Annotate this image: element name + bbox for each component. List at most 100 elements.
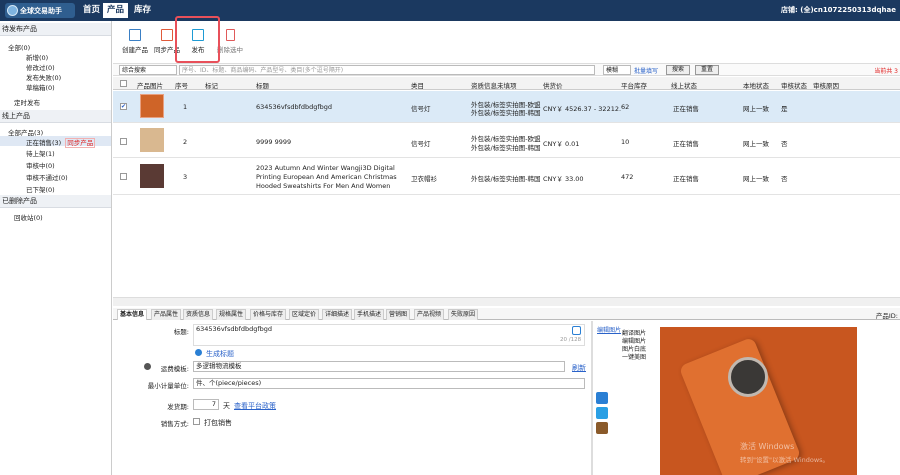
row-price: CNY￥ 4526.37 - 32212. xyxy=(543,105,622,113)
reset-button[interactable]: 重置 xyxy=(695,65,719,75)
translate-icon[interactable] xyxy=(572,326,581,335)
sync-products-link[interactable]: 同步产品 xyxy=(65,138,96,148)
nav-home[interactable]: 首页 xyxy=(79,3,104,18)
tab-basic[interactable]: 基本信息 xyxy=(117,309,148,320)
table-row[interactable]: 3 2023 Autumn And Winter Wangji3D Digita… xyxy=(113,159,900,195)
menu-white-bg[interactable]: 图片白底 xyxy=(622,346,646,354)
store-icon[interactable] xyxy=(596,422,608,434)
table-row[interactable]: 2 9999 9999 信号灯 外包装/标签实拍图-欧盟 外包装/标签实拍图-韩… xyxy=(113,124,900,158)
pack-sale-checkbox[interactable] xyxy=(193,418,200,425)
search-button[interactable]: 搜索 xyxy=(666,65,690,75)
product-thumbnail[interactable] xyxy=(140,164,164,188)
menu-beautify[interactable]: 一键美图 xyxy=(622,354,646,362)
cloud-icon[interactable] xyxy=(596,407,608,419)
sidebar-item-to-list[interactable]: 待上架(1) xyxy=(26,148,55,158)
tab-attributes[interactable]: 产品属性 xyxy=(151,309,182,320)
col-mark[interactable]: 标记 xyxy=(205,80,218,90)
row-checkbox[interactable] xyxy=(120,138,127,145)
edit-image-link[interactable]: 编辑图片 xyxy=(597,325,621,334)
shipping-template-select[interactable]: 多逻辑物流模板 xyxy=(193,361,565,372)
section-online[interactable]: 线上产品 xyxy=(0,110,111,123)
col-image[interactable]: 产品图片 xyxy=(137,80,163,90)
row-checkbox[interactable]: ✔ xyxy=(120,103,127,110)
sidebar-item-on-sale[interactable]: 正在销售(3) 同步产品 xyxy=(26,137,96,148)
tab-marketing-img[interactable]: 营销图 xyxy=(386,309,411,320)
refresh-link[interactable]: 刷新 xyxy=(572,363,586,373)
row-qual-2: 外包装/标签实拍图-韩国 xyxy=(471,109,541,117)
col-price[interactable]: 供货价 xyxy=(543,80,563,90)
row-checkbox[interactable] xyxy=(120,173,127,180)
tab-video[interactable]: 产品视频 xyxy=(414,309,445,320)
detail-tabs: 基本信息 产品属性 资质信息 规格属性 价格与库存 区域定价 详细描述 手机描述… xyxy=(113,308,900,320)
title-input[interactable]: 634536vfsdbfdbdgfbgd xyxy=(193,324,585,346)
tab-specs[interactable]: 规格属性 xyxy=(216,309,247,320)
section-deleted[interactable]: 已删除产品 xyxy=(0,195,111,208)
toolbar: 创建产品 同步产品 发布 删除选中 xyxy=(113,21,900,61)
col-stock[interactable]: 平台库存 xyxy=(621,80,647,90)
row-title-line2: Printing European And American Christmas xyxy=(256,173,397,181)
col-title[interactable]: 标题 xyxy=(256,80,269,90)
table-header: 产品图片 序号 标记 标题 类目 资质信息未填项 供货价 平台库存 线上状态 本… xyxy=(113,77,900,90)
row-audit: 否 xyxy=(781,140,788,148)
unit-select[interactable]: 件、个(piece/pieces) xyxy=(193,378,585,389)
row-online-status: 正在销售 xyxy=(673,140,699,148)
top-bar: 全球交易助手 首页 产品 库存 店铺: (全)cn1072250313dqhae xyxy=(0,0,900,21)
row-title: 9999 9999 xyxy=(256,138,292,146)
product-main-image[interactable]: 激活 Windows 转到"设置"以激活 Windows。 xyxy=(660,327,857,475)
watermark-line1: 激活 Windows xyxy=(740,442,795,451)
row-audit: 是 xyxy=(781,105,788,113)
menu-edit-image[interactable]: 编辑图片 xyxy=(622,338,646,346)
tab-description[interactable]: 详细描述 xyxy=(322,309,353,320)
sidebar-item-drafts[interactable]: 草稿箱(0) xyxy=(26,82,55,92)
row-title: 634536vfsdbfdbdgfbgd xyxy=(256,103,333,111)
nav-inventory[interactable]: 库存 xyxy=(130,3,155,18)
sidebar-item-modified[interactable]: 修改过(0) xyxy=(26,62,55,72)
sidebar-item-scheduled[interactable]: 定时发布 xyxy=(14,97,40,107)
sidebar-item-pending-all[interactable]: 全部(0) xyxy=(8,42,30,52)
search-type-select[interactable]: 综合搜索 xyxy=(119,65,177,75)
view-policy-link[interactable]: 查看平台政策 xyxy=(234,401,276,411)
app-logo[interactable]: 全球交易助手 xyxy=(5,3,75,18)
upload-icon[interactable] xyxy=(596,392,608,404)
tab-mobile-desc[interactable]: 手机描述 xyxy=(354,309,385,320)
product-thumbnail[interactable] xyxy=(140,128,164,152)
store-selector[interactable]: 店铺: (全)cn1072250313dqhae xyxy=(781,5,896,15)
product-thumbnail[interactable] xyxy=(140,94,164,118)
match-mode-select[interactable]: 模糊 xyxy=(603,65,631,75)
horizontal-scrollbar[interactable] xyxy=(113,297,900,306)
sidebar-item-delisted[interactable]: 已下架(0) xyxy=(26,184,55,194)
search-input[interactable]: 序号、ID、标题、商品编码、产品型号、类目(多个逗号隔开) xyxy=(179,65,595,75)
delivery-input[interactable]: 7 xyxy=(193,399,219,410)
table-row[interactable]: ✔ 1 634536vfsdbfdbdgfbgd 信号灯 外包装/标签实拍图-欧… xyxy=(113,91,900,123)
nav-products[interactable]: 产品 xyxy=(103,3,129,18)
sidebar-item-recycle[interactable]: 回收站(0) xyxy=(14,212,43,222)
col-category[interactable]: 类目 xyxy=(411,80,424,90)
sale-method-label: 销售方式: xyxy=(160,420,189,428)
col-qualification[interactable]: 资质信息未填项 xyxy=(471,80,517,90)
col-no[interactable]: 序号 xyxy=(175,80,188,90)
col-audit-reason[interactable]: 审核原因 xyxy=(813,80,839,90)
title-char-count: 20 /128 xyxy=(560,337,582,343)
row-online-status: 正在销售 xyxy=(673,105,699,113)
basic-info-form: 标题: 634536vfsdbfdbdgfbgd 20 /128 生成标题 运费… xyxy=(113,321,591,475)
sidebar-item-new[interactable]: 新增(0) xyxy=(26,52,48,62)
col-audit-status[interactable]: 审核状态 xyxy=(781,80,807,90)
tab-qualification[interactable]: 资质信息 xyxy=(183,309,214,320)
sidebar-item-failed[interactable]: 发布失败(0) xyxy=(26,72,61,82)
generate-title-link[interactable]: 生成标题 xyxy=(206,349,234,359)
select-all-checkbox[interactable] xyxy=(120,80,127,87)
delivery-unit: 天 xyxy=(223,402,230,410)
section-pending[interactable]: 待发布产品 xyxy=(0,23,111,36)
create-product-button[interactable]: 创建产品 xyxy=(119,25,151,54)
col-local-status[interactable]: 本地状态 xyxy=(743,80,769,90)
delivery-label: 发货期: xyxy=(167,403,189,411)
batch-fill-link[interactable]: 批量填写 xyxy=(634,66,658,75)
sidebar-item-rejected[interactable]: 审核不通过(0) xyxy=(26,172,68,182)
tab-price-stock[interactable]: 价格与库存 xyxy=(250,309,287,320)
product-id-label: 产品ID: xyxy=(875,312,898,320)
tab-region-price[interactable]: 区域定价 xyxy=(289,309,320,320)
menu-translate-image[interactable]: 翻译图片 xyxy=(622,330,646,338)
tab-fail-reason[interactable]: 失败原因 xyxy=(448,309,479,320)
col-online-status[interactable]: 线上状态 xyxy=(671,80,697,90)
sidebar-item-reviewing[interactable]: 审核中(0) xyxy=(26,160,55,170)
